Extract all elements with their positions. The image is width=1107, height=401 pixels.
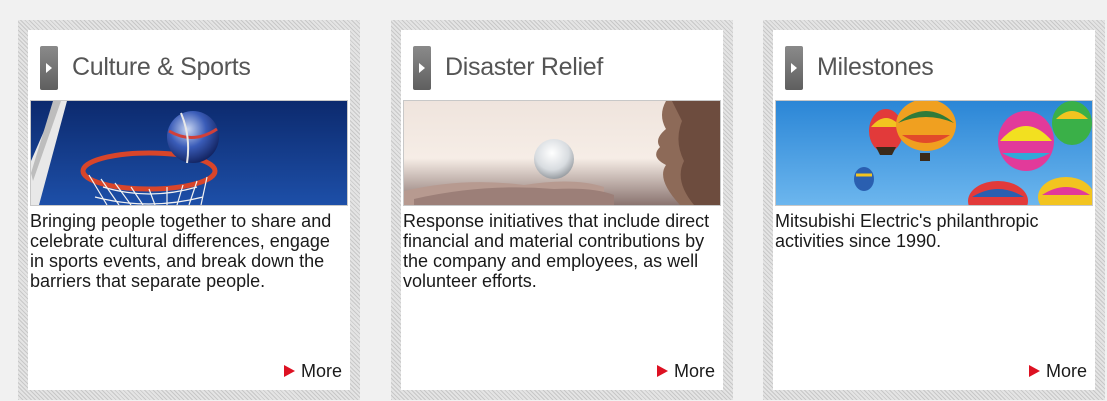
red-arrow-icon	[1028, 364, 1040, 377]
card-description: Bringing people together to share and ce…	[30, 211, 332, 291]
header-tab	[785, 46, 803, 90]
milestones-card: Milestones Mitsubishi Electric's philant…	[763, 20, 1105, 400]
card-title[interactable]: Disaster Relief	[445, 53, 603, 82]
card-body: Milestones Mitsubishi Electric's philant…	[773, 30, 1095, 390]
triangle-right-icon	[791, 63, 797, 73]
card-title[interactable]: Culture & Sports	[72, 53, 251, 82]
more-link[interactable]: More	[656, 361, 715, 382]
card-row: Culture & Sports Bringing people togethe…	[0, 0, 1107, 401]
card-body: Disaster Relief Response initiatives tha…	[401, 30, 723, 390]
red-arrow-icon	[283, 364, 295, 377]
more-link[interactable]: More	[283, 361, 342, 382]
header-tab	[413, 46, 431, 90]
card-description: Response initiatives that include direct…	[403, 211, 710, 291]
card-body: Culture & Sports Bringing people togethe…	[28, 30, 350, 390]
more-link[interactable]: More	[1028, 361, 1087, 382]
card-header[interactable]: Disaster Relief	[413, 46, 713, 90]
more-label: More	[673, 361, 715, 381]
more-label: More	[300, 361, 342, 381]
card-title[interactable]: Milestones	[817, 53, 934, 82]
glass-sphere-in-hand-image[interactable]	[403, 100, 721, 206]
more-label: More	[1045, 361, 1087, 381]
hot-air-balloons-image[interactable]	[775, 100, 1093, 206]
basketball-hoop-image[interactable]	[30, 100, 348, 206]
card-header[interactable]: Culture & Sports	[40, 46, 340, 90]
disaster-relief-card: Disaster Relief Response initiatives tha…	[391, 20, 733, 400]
red-arrow-icon	[656, 364, 668, 377]
culture-sports-card: Culture & Sports Bringing people togethe…	[18, 20, 360, 400]
triangle-right-icon	[419, 63, 425, 73]
card-description: Mitsubishi Electric's philanthropic acti…	[775, 211, 1039, 251]
card-header[interactable]: Milestones	[785, 46, 1085, 90]
triangle-right-icon	[46, 63, 52, 73]
header-tab	[40, 46, 58, 90]
